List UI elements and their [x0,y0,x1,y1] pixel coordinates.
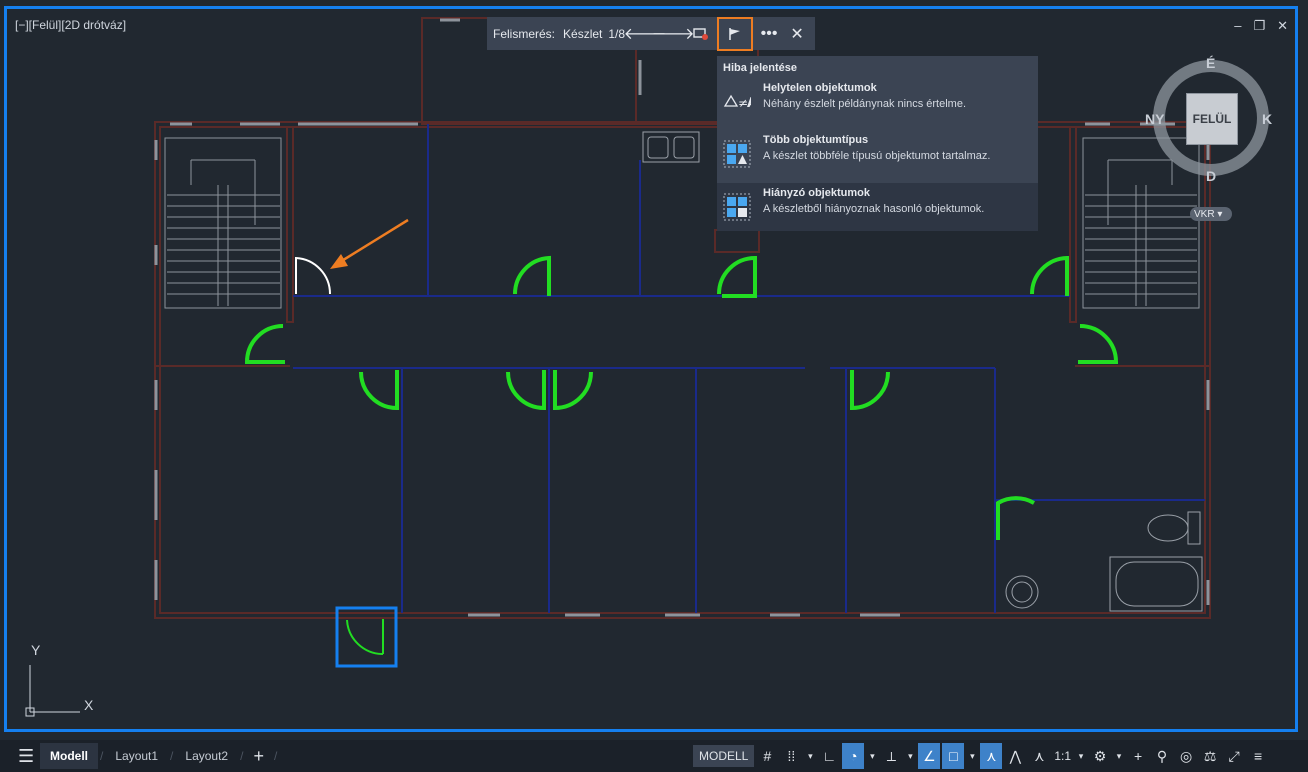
status-tools: MODELL # ⁞⁞ ▾ ∟ ◔ ▾ ⟂ ▾ ∠ □ ▾ ⋏ ⋀ ⋏ 1:1 … [693,743,1269,769]
sink [642,131,700,163]
isolate-objects-icon[interactable]: ⚲ [1151,743,1173,769]
tab-layout1[interactable]: Layout1 [105,743,168,769]
snap-icon[interactable]: ⁞⁞ [780,743,802,769]
tab-separator: / [240,749,244,763]
more-options-icon[interactable]: ••• [755,20,783,48]
model-space-button[interactable]: MODELL [693,745,755,767]
chevron-down-icon[interactable]: ▾ [966,743,978,769]
toilet [1147,511,1201,545]
report-item-multiple-types[interactable]: Több objektumtípus A készlet többféle tí… [717,130,1038,178]
chevron-down-icon[interactable]: ▾ [866,743,878,769]
compass-north[interactable]: É [1206,55,1215,71]
tab-modell[interactable]: Modell [40,743,98,769]
report-item-desc: A készletből hiányoznak hasonló objektum… [763,203,985,215]
washbasin [1005,575,1039,609]
ucs-y-label: Y [31,642,41,658]
report-issue-menu: Hiba jelentése ≠ A Helytelen objektumok … [717,56,1038,231]
set-label: Készlet [563,26,603,41]
polar-tracking-icon[interactable]: ◔ [842,743,865,769]
object-snap-icon[interactable]: □ [942,743,965,769]
minimize-button[interactable]: – [1234,18,1241,34]
zoom-to-object-icon[interactable] [687,20,715,48]
drawing-viewport[interactable]: Y X [−][Felül][2D drótváz] – ❐ ✕ Felisme… [0,0,1308,740]
tab-separator: / [170,749,174,763]
hamburger-menu-icon[interactable]: ☰ [18,746,40,767]
isodraft-icon[interactable]: ⟂ [880,743,902,769]
restore-button[interactable]: ❐ [1253,18,1265,34]
detection-label: Felismerés: [493,26,556,41]
detection-toolbar: Felismerés: Készlet 1/8 🡐 🡒 ••• ✕ [487,16,815,51]
set-counter: 1/8 [608,26,626,41]
triangle-not-equal-a-icon: ≠ A [723,94,751,111]
chevron-down-icon[interactable]: ▾ [804,743,816,769]
object-snap-tracking-icon[interactable]: ∠ [918,743,941,769]
chevron-down-icon[interactable]: ▾ [1113,743,1125,769]
viewport-label[interactable]: [−][Felül][2D drótváz] [15,18,126,32]
report-item-missing-objects[interactable]: Hiányzó objektumok A készletből hiányozn… [717,183,1038,231]
fullscreen-icon[interactable]: ⤢ [1223,743,1245,769]
units-icon[interactable]: ⚖ [1199,743,1221,769]
selection-highlight [335,606,398,668]
bathtub [1109,556,1203,612]
report-flag-icon[interactable] [717,16,754,51]
tab-layout2[interactable]: Layout2 [175,743,238,769]
grid-icon[interactable]: # [756,743,778,769]
annotation-scale-icon[interactable]: ⋏ [1028,743,1050,769]
ucs-axes [25,665,80,717]
mixed-types-icon [723,140,751,168]
detected-doors [244,255,1119,540]
missing-objects-icon [723,193,751,221]
view-cube[interactable]: É D K NY FELÜL VKR ▾ [1140,55,1272,225]
ucs-label: VKR [1194,208,1215,220]
compass-east[interactable]: K [1262,111,1272,127]
auto-scale-icon[interactable]: ⋀ [1004,743,1026,769]
chevron-down-icon[interactable]: ▾ [904,743,916,769]
report-item-title: Hiányzó objektumok [763,187,870,199]
report-item-incorrect-objects[interactable]: ≠ A Helytelen objektumok Néhány észlelt … [717,78,1038,126]
add-layout-icon[interactable]: + [245,746,272,767]
customize-menu-icon[interactable]: ≡ [1247,743,1269,769]
cube-top-face[interactable]: FELÜL [1186,93,1238,145]
annotation-scale-value[interactable]: 1:1 [1052,749,1073,763]
ortho-icon[interactable]: ∟ [818,743,840,769]
tab-separator: / [100,749,104,763]
ucs-x-label: X [84,697,94,713]
status-bar: ☰ Modell / Layout1 / Layout2 / + / MODEL… [0,740,1308,772]
floor-plan [25,17,1211,717]
report-item-desc: A készlet többféle típusú objektumot tar… [763,150,991,162]
svg-text:A: A [747,96,751,111]
orange-arrow [330,218,409,269]
undetected-door [295,256,332,295]
outer-walls [154,17,1211,619]
ucs-menu[interactable]: VKR ▾ [1190,207,1232,221]
chevron-down-icon[interactable]: ▾ [1075,743,1087,769]
tab-separator: / [273,749,278,763]
report-item-title: Helytelen objektumok [763,82,877,94]
hardware-acceleration-icon[interactable]: ◎ [1175,743,1197,769]
compass-west[interactable]: NY [1145,111,1164,127]
workspace-gear-icon[interactable]: ⚙ [1089,743,1111,769]
report-item-title: Több objektumtípus [763,134,869,146]
report-menu-title: Hiba jelentése [723,62,797,74]
viewport-window-controls: – ❐ ✕ [1234,18,1288,34]
compass-south[interactable]: D [1206,168,1216,184]
report-item-desc: Néhány észlelt példánynak nincs értelme. [763,98,967,110]
plus-crosshair-icon[interactable]: + [1127,743,1149,769]
stairs-left [164,137,282,309]
close-toolbar-icon[interactable]: ✕ [783,20,811,48]
next-arrow-icon[interactable]: 🡒 [652,20,695,48]
close-viewport-button[interactable]: ✕ [1277,18,1288,34]
annotation-visibility-icon[interactable]: ⋏ [980,743,1003,769]
